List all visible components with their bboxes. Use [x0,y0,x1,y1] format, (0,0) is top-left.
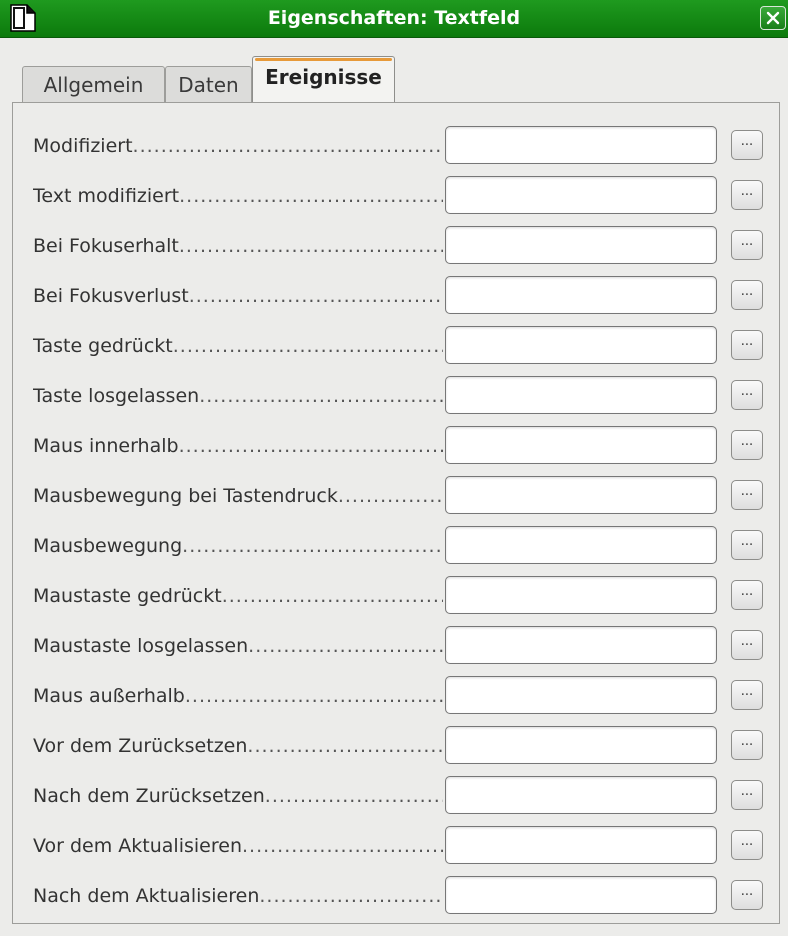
close-button[interactable] [760,6,786,30]
event-label: Nach dem Aktualisieren [33,870,443,920]
event-row: Mausbewegung ... [13,520,781,570]
event-label: Modifiziert [33,120,443,170]
assign-macro-button[interactable]: ... [731,530,763,560]
tab-daten[interactable]: Daten [165,66,252,103]
properties-dialog: Eigenschaften: Textfeld Allgemein Daten … [0,0,788,936]
event-macro-field[interactable] [445,376,717,414]
event-row: Maustaste gedrückt ... [13,570,781,620]
event-macro-field[interactable] [445,276,717,314]
event-row: Maustaste losgelassen ... [13,620,781,670]
assign-macro-button[interactable]: ... [731,430,763,460]
events-panel: Modifiziert ... Text modifiziert ... Bei… [12,102,780,924]
event-row: Bei Fokusverlust ... [13,270,781,320]
event-label: Mausbewegung [33,520,443,570]
event-macro-field[interactable] [445,326,717,364]
event-macro-field[interactable] [445,626,717,664]
event-label: Maus außerhalb [33,670,443,720]
event-label: Bei Fokusverlust [33,270,443,320]
event-label: Vor dem Aktualisieren [33,820,443,870]
event-label: Taste losgelassen [33,370,443,420]
assign-macro-button[interactable]: ... [731,130,763,160]
event-row: Bei Fokuserhalt ... [13,220,781,270]
event-label: Taste gedrückt [33,320,443,370]
event-row: Modifiziert ... [13,120,781,170]
assign-macro-button[interactable]: ... [731,830,763,860]
event-label: Bei Fokuserhalt [33,220,443,270]
assign-macro-button[interactable]: ... [731,630,763,660]
assign-macro-button[interactable]: ... [731,330,763,360]
event-macro-field[interactable] [445,726,717,764]
assign-macro-button[interactable]: ... [731,280,763,310]
event-row: Taste losgelassen ... [13,370,781,420]
event-macro-field[interactable] [445,826,717,864]
event-label: Mausbewegung bei Tastendruck [33,470,443,520]
assign-macro-button[interactable]: ... [731,380,763,410]
event-row: Text modifiziert ... [13,170,781,220]
event-row: Maus innerhalb ... [13,420,781,470]
tab-ereignisse[interactable]: Ereignisse [252,56,395,103]
event-label: Text modifiziert [33,170,443,220]
assign-macro-button[interactable]: ... [731,680,763,710]
event-row: Nach dem Aktualisieren ... [13,870,781,920]
event-label: Vor dem Zurücksetzen [33,720,443,770]
event-macro-field[interactable] [445,176,717,214]
window-title: Eigenschaften: Textfeld [267,7,521,29]
title-bar[interactable]: Eigenschaften: Textfeld [0,0,788,38]
event-macro-field[interactable] [445,776,717,814]
event-row: Vor dem Aktualisieren ... [13,820,781,870]
assign-macro-button[interactable]: ... [731,880,763,910]
assign-macro-button[interactable]: ... [731,580,763,610]
event-label: Nach dem Zurücksetzen [33,770,443,820]
event-macro-field[interactable] [445,576,717,614]
event-macro-field[interactable] [445,476,717,514]
event-row: Taste gedrückt ... [13,320,781,370]
event-label: Maustaste gedrückt [33,570,443,620]
event-row: Nach dem Zurücksetzen ... [13,770,781,820]
event-row: Maus außerhalb ... [13,670,781,720]
assign-macro-button[interactable]: ... [731,480,763,510]
event-label: Maustaste losgelassen [33,620,443,670]
event-label: Maus innerhalb [33,420,443,470]
event-row: Vor dem Zurücksetzen ... [13,720,781,770]
event-macro-field[interactable] [445,526,717,564]
event-macro-field[interactable] [445,876,717,914]
assign-macro-button[interactable]: ... [731,180,763,210]
tab-allgemein[interactable]: Allgemein [22,66,165,103]
assign-macro-button[interactable]: ... [731,230,763,260]
assign-macro-button[interactable]: ... [731,780,763,810]
event-macro-field[interactable] [445,426,717,464]
event-macro-field[interactable] [445,226,717,264]
event-macro-field[interactable] [445,126,717,164]
event-macro-field[interactable] [445,676,717,714]
event-row: Mausbewegung bei Tastendruck ... [13,470,781,520]
assign-macro-button[interactable]: ... [731,730,763,760]
